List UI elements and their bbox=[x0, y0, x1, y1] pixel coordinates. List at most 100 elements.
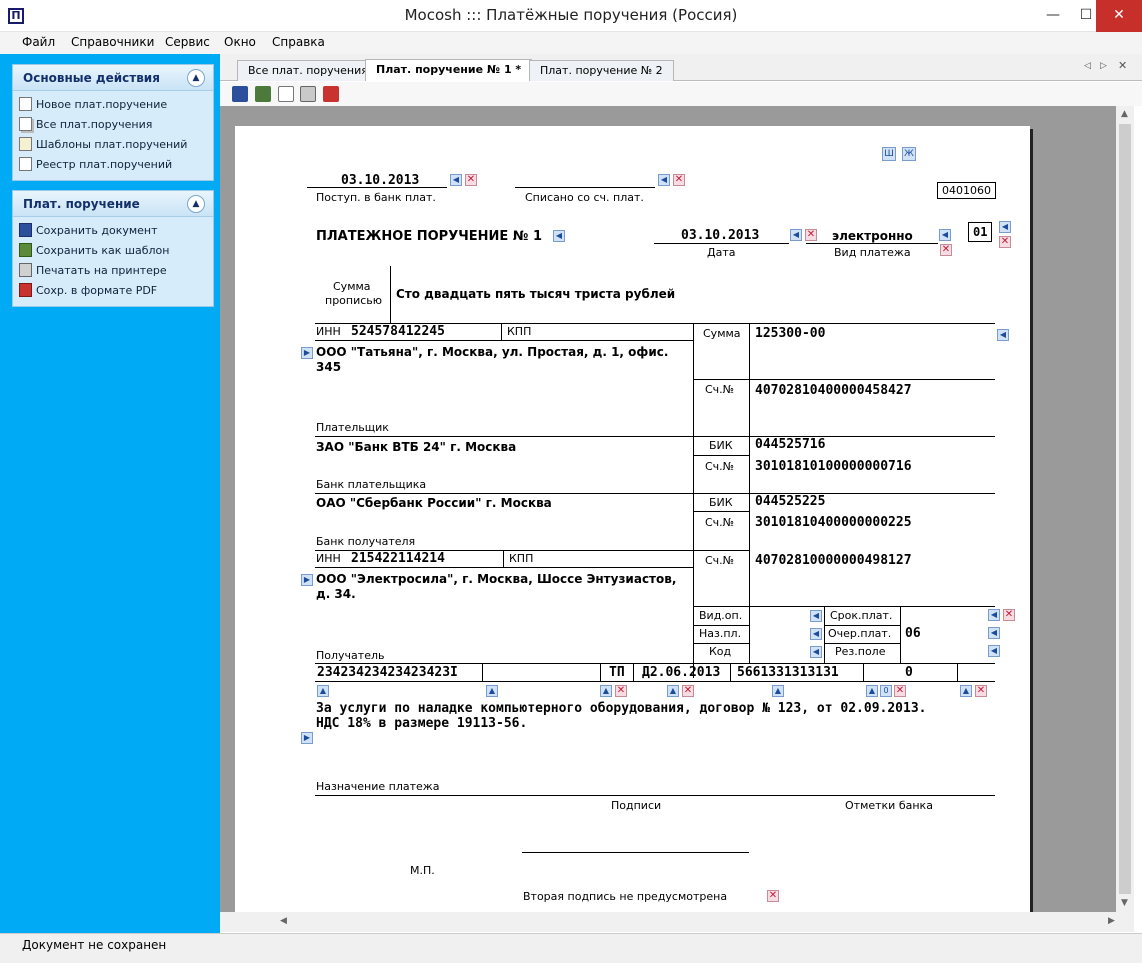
amount-in-words[interactable]: Сто двадцать пять тысяч триста рублей bbox=[396, 287, 675, 301]
payer-name-line-2[interactable]: 345 bbox=[316, 360, 341, 374]
save-template-icon[interactable] bbox=[255, 86, 271, 102]
received-clear-button[interactable]: ✕ bbox=[465, 174, 477, 186]
payee-name-line-2[interactable]: д. 34. bbox=[316, 587, 356, 601]
docdate-up-arrow[interactable]: ▲ bbox=[866, 685, 878, 697]
tab-prev-icon[interactable]: ◁ bbox=[1084, 61, 1091, 71]
payer-bank[interactable]: ЗАО "Банк ВТБ 24" г. Москва bbox=[316, 440, 516, 454]
srok-arrow[interactable]: ◀ bbox=[988, 609, 1000, 621]
save-icon[interactable] bbox=[232, 86, 248, 102]
okato-up-arrow[interactable]: ▲ bbox=[486, 685, 498, 697]
period-up-arrow[interactable]: ▲ bbox=[667, 685, 679, 697]
status-code[interactable]: 01 bbox=[968, 222, 993, 242]
type-up-arrow[interactable]: ▲ bbox=[960, 685, 972, 697]
vid-op-arrow[interactable]: ◀ bbox=[810, 610, 822, 622]
menu-service[interactable]: Сервис bbox=[165, 35, 210, 49]
menu-references[interactable]: Справочники bbox=[71, 35, 154, 49]
tab-close-icon[interactable]: ✕ bbox=[1118, 59, 1127, 72]
payee-account[interactable]: 40702810000000498127 bbox=[755, 553, 912, 568]
scroll-down-icon[interactable]: ▼ bbox=[1121, 898, 1128, 908]
collapse-icon[interactable]: ▲ bbox=[187, 195, 205, 213]
scroll-right-icon[interactable]: ▶ bbox=[1108, 916, 1115, 926]
print-preview-icon[interactable] bbox=[278, 86, 294, 102]
vertical-scrollbar[interactable]: ▲ ▼ bbox=[1116, 106, 1134, 912]
tax-period[interactable]: Д2.06.2013 bbox=[642, 665, 720, 680]
period-clear-button[interactable]: ✕ bbox=[682, 685, 694, 697]
date-clear-button[interactable]: ✕ bbox=[805, 229, 817, 241]
payment-type[interactable]: электронно bbox=[832, 229, 913, 243]
vertical-scroll-thumb[interactable] bbox=[1119, 124, 1131, 894]
date-left-arrow[interactable]: ◀ bbox=[790, 229, 802, 241]
payer-inn[interactable]: 524578412245 bbox=[351, 324, 445, 339]
payee-bik[interactable]: 044525225 bbox=[755, 494, 825, 509]
collapse-icon[interactable]: ▲ bbox=[187, 69, 205, 87]
group-title[interactable]: Основные действия ▲ bbox=[13, 65, 213, 91]
close-button[interactable]: ✕ bbox=[1096, 0, 1142, 32]
tax-doc-number[interactable]: 5661331313131 bbox=[737, 665, 839, 680]
purpose-line-1[interactable]: За услуги по наладке компьютерного обору… bbox=[316, 701, 926, 716]
docdate-clear-button[interactable]: ✕ bbox=[894, 685, 906, 697]
basis-up-arrow[interactable]: ▲ bbox=[600, 685, 612, 697]
tab-all-orders[interactable]: Все плат. поручения bbox=[237, 60, 379, 81]
scroll-up-icon[interactable]: ▲ bbox=[1121, 109, 1128, 119]
payee-corr-account[interactable]: 30101810400000000225 bbox=[755, 515, 912, 530]
group-title[interactable]: Плат. поручение ▲ bbox=[13, 191, 213, 217]
status-clear-button[interactable]: ✕ bbox=[999, 236, 1011, 248]
new-order-link[interactable]: Новое плат.поручение bbox=[13, 95, 213, 115]
horizontal-scrollbar[interactable]: ◀ ▶ bbox=[220, 912, 1134, 932]
menu-help[interactable]: Справка bbox=[272, 35, 325, 49]
status-left-arrow[interactable]: ◀ bbox=[999, 221, 1011, 233]
payer-bik[interactable]: 044525716 bbox=[755, 437, 825, 452]
tax-basis[interactable]: ТП bbox=[609, 665, 625, 680]
zero-button[interactable]: 0 bbox=[880, 685, 892, 697]
all-orders-link[interactable]: Все плат.поручения bbox=[13, 115, 213, 135]
amount[interactable]: 125300-00 bbox=[755, 326, 825, 341]
templates-link[interactable]: Шаблоны плат.поручений bbox=[13, 135, 213, 155]
debited-clear-button[interactable]: ✕ bbox=[673, 174, 685, 186]
payer-account[interactable]: 40702810400000458427 bbox=[755, 383, 912, 398]
docnum-up-arrow[interactable]: ▲ bbox=[772, 685, 784, 697]
save-document-link[interactable]: Сохранить документ bbox=[13, 221, 213, 241]
print-icon[interactable] bbox=[300, 86, 316, 102]
kod-arrow[interactable]: ◀ bbox=[810, 646, 822, 658]
italic-font-button[interactable]: Ж bbox=[902, 147, 916, 161]
ocher-value[interactable]: 06 bbox=[905, 626, 921, 641]
rez-arrow[interactable]: ◀ bbox=[988, 645, 1000, 657]
payer-name-line-1[interactable]: ООО "Татьяна", г. Москва, ул. Простая, д… bbox=[316, 345, 668, 359]
second-signature-clear-button[interactable]: ✕ bbox=[767, 890, 779, 902]
payment-type-clear-button[interactable]: ✕ bbox=[940, 244, 952, 256]
kbk-up-arrow[interactable]: ▲ bbox=[317, 685, 329, 697]
save-pdf-link[interactable]: Сохр. в формате PDF bbox=[13, 281, 213, 301]
ocher-arrow[interactable]: ◀ bbox=[988, 627, 1000, 639]
save-template-link[interactable]: Сохранить как шаблон bbox=[13, 241, 213, 261]
menu-file[interactable]: Файл bbox=[22, 35, 55, 49]
bold-font-button[interactable]: Ш bbox=[882, 147, 896, 161]
tab-next-icon[interactable]: ▷ bbox=[1100, 61, 1107, 71]
print-link[interactable]: Печатать на принтере bbox=[13, 261, 213, 281]
srok-clear-button[interactable]: ✕ bbox=[1003, 609, 1015, 621]
scroll-left-icon[interactable]: ◀ bbox=[280, 916, 287, 926]
payee-inn[interactable]: 215422114214 bbox=[351, 551, 445, 566]
menu-window[interactable]: Окно bbox=[224, 35, 256, 49]
payment-type-left-arrow[interactable]: ◀ bbox=[939, 229, 951, 241]
tax-doc-date[interactable]: 0 bbox=[905, 665, 913, 680]
type-clear-button[interactable]: ✕ bbox=[975, 685, 987, 697]
payee-expand-arrow[interactable]: ▶ bbox=[301, 574, 313, 586]
amount-left-arrow[interactable]: ◀ bbox=[997, 329, 1009, 341]
debited-left-arrow[interactable]: ◀ bbox=[658, 174, 670, 186]
tab-order-1[interactable]: Плат. поручение № 1 * bbox=[365, 59, 533, 81]
naz-pl-arrow[interactable]: ◀ bbox=[810, 628, 822, 640]
payee-name-line-1[interactable]: ООО "Электросила", г. Москва, Шоссе Энту… bbox=[316, 572, 676, 586]
payee-bank[interactable]: ОАО "Сбербанк России" г. Москва bbox=[316, 496, 552, 510]
basis-clear-button[interactable]: ✕ bbox=[615, 685, 627, 697]
payer-corr-account[interactable]: 30101810100000000716 bbox=[755, 459, 912, 474]
received-left-arrow[interactable]: ◀ bbox=[450, 174, 462, 186]
number-left-arrow[interactable]: ◀ bbox=[553, 230, 565, 242]
payer-expand-arrow[interactable]: ▶ bbox=[301, 347, 313, 359]
registry-link[interactable]: Реестр плат.поручений bbox=[13, 155, 213, 175]
document-date[interactable]: 03.10.2013 bbox=[681, 228, 759, 243]
tab-order-2[interactable]: Плат. поручение № 2 bbox=[529, 60, 674, 81]
kbk[interactable]: 23423423423423423I bbox=[317, 665, 458, 680]
purpose-expand-arrow[interactable]: ▶ bbox=[301, 732, 313, 744]
received-date[interactable]: 03.10.2013 bbox=[341, 173, 419, 188]
pdf-icon[interactable] bbox=[323, 86, 339, 102]
